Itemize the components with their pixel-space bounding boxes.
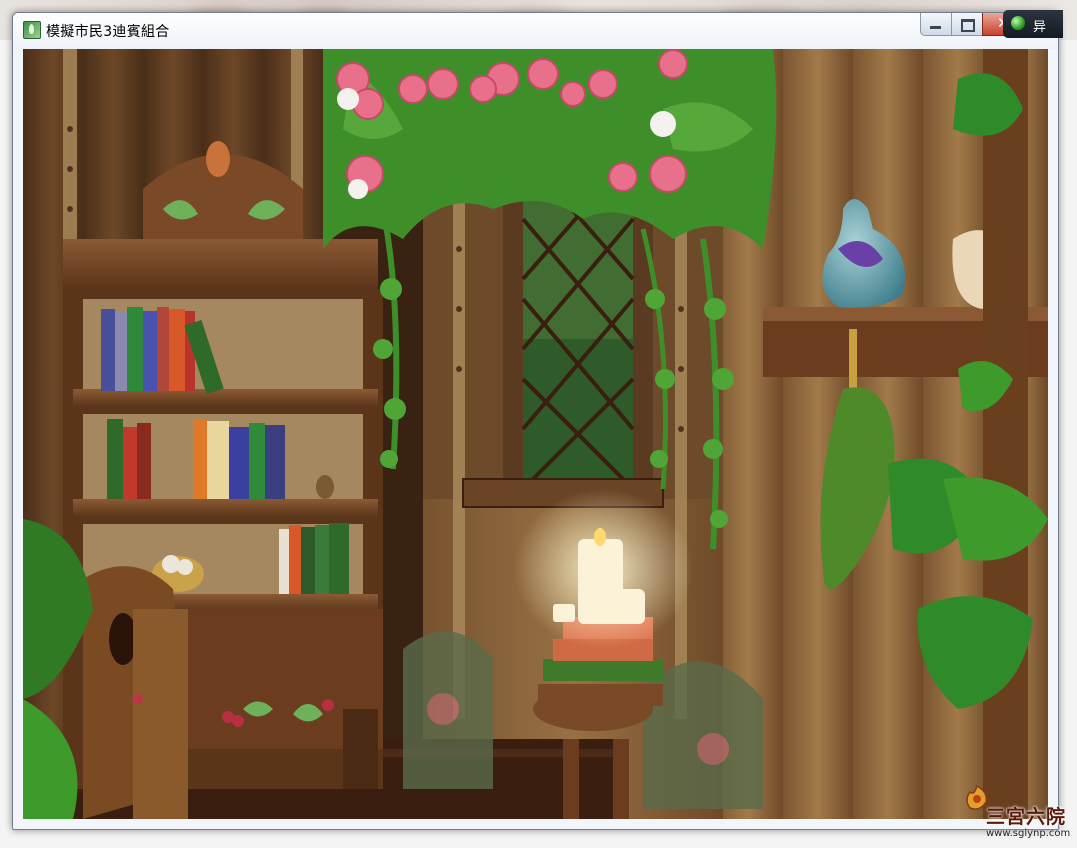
gem-icon <box>1011 16 1025 30</box>
watermark-url: www.sglynp.com <box>986 828 1071 839</box>
game-viewport[interactable] <box>23 49 1048 819</box>
game-window: 模擬市民3迪賓組合 ✕ <box>12 12 1059 830</box>
tray-notification[interactable]: 异 <box>1003 10 1063 38</box>
watermark-title: 三宮六院 <box>986 806 1067 828</box>
window-title: 模擬市民3迪賓組合 <box>46 24 170 40</box>
title-bar[interactable]: 模擬市民3迪賓組合 ✕ <box>13 13 1058 49</box>
minimize-button[interactable] <box>920 13 952 36</box>
tray-label: 异 <box>1033 20 1047 35</box>
carved-chair <box>83 566 188 819</box>
watermark: 三宮六院 www.sglynp.com <box>958 780 1076 846</box>
app-icon <box>23 21 41 39</box>
maximize-button[interactable] <box>951 13 983 36</box>
